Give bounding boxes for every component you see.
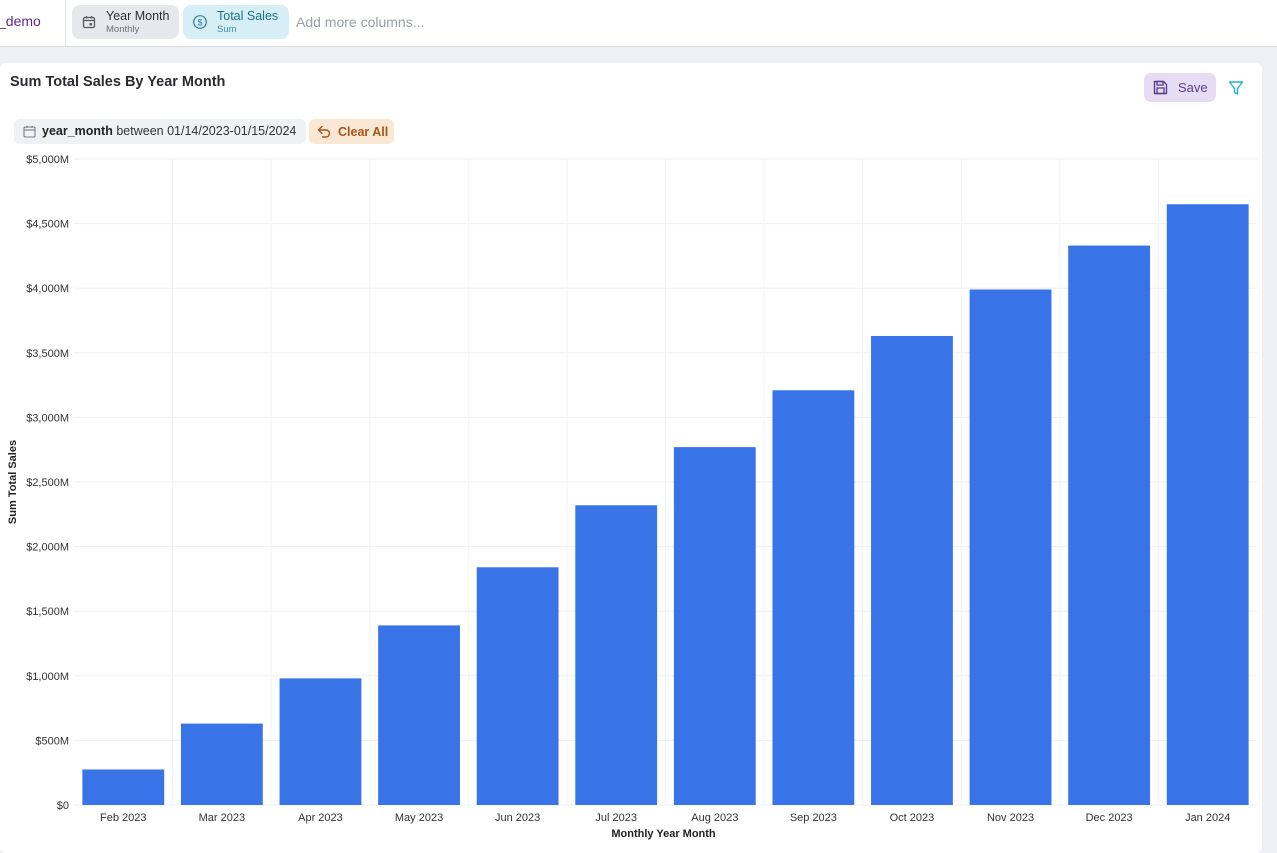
x-tick-label: Jun 2023 <box>495 812 540 824</box>
bar <box>1166 204 1249 806</box>
bar <box>871 336 953 805</box>
x-tick-label: Jan 2024 <box>1185 812 1230 824</box>
x-tick-label: Dec 2023 <box>1086 812 1133 824</box>
y-tick-label: $4,500M <box>26 219 69 231</box>
save-icon <box>1153 80 1168 95</box>
filter-field: year_month <box>42 124 113 138</box>
x-tick-label: Nov 2023 <box>987 812 1034 824</box>
y-tick-label: $1,000M <box>26 671 69 683</box>
filter-icon[interactable] <box>1227 79 1245 97</box>
undo-icon <box>317 125 331 138</box>
chart-title: Sum Total Sales By Year Month <box>10 74 226 90</box>
chip-label: Year Month <box>106 9 170 23</box>
column-chip-total-sales[interactable]: $ Total Sales Sum <box>183 5 289 39</box>
y-tick-label: $500M <box>35 735 69 747</box>
save-label: Save <box>1178 80 1208 95</box>
chip-sublabel: Sum <box>217 24 237 35</box>
add-columns-input[interactable]: Add more columns... <box>296 14 424 30</box>
chip-label: Total Sales <box>217 9 279 23</box>
save-button[interactable]: Save <box>1144 73 1216 102</box>
bar <box>1068 245 1151 806</box>
bar <box>82 769 165 805</box>
clear-all-button[interactable]: Clear All <box>309 119 394 144</box>
bar <box>772 390 855 805</box>
filter-operator: between <box>116 124 164 138</box>
y-tick-label: $4,000M <box>26 283 69 295</box>
clear-all-label: Clear All <box>338 125 389 139</box>
active-filter-pill[interactable]: year_month between 01/14/2023-01/15/2024 <box>14 119 306 144</box>
bar <box>378 625 460 805</box>
chip-sublabel: Monthly <box>106 24 140 35</box>
x-tick-label: Aug 2023 <box>691 812 738 824</box>
y-tick-label: $2,500M <box>26 477 69 489</box>
y-tick-label: $2,000M <box>26 542 69 554</box>
calendar-icon <box>82 16 96 29</box>
filter-description: year_month between 01/14/2023-01/15/2024 <box>42 124 296 138</box>
bar <box>476 567 559 805</box>
bar <box>969 289 1052 805</box>
x-axis-title: Monthly Year Month <box>611 828 716 840</box>
y-tick-label: $5,000M <box>26 154 69 166</box>
svg-text:$: $ <box>197 17 202 27</box>
dataset-name[interactable]: _demo <box>0 13 41 29</box>
x-tick-label: May 2023 <box>395 812 443 824</box>
y-tick-label: $3,000M <box>26 412 69 424</box>
y-tick-label: $3,500M <box>26 348 69 360</box>
bar <box>180 723 263 805</box>
x-tick-label: Apr 2023 <box>298 812 343 824</box>
column-chip-year-month[interactable]: Year Month Monthly <box>72 5 179 39</box>
y-tick-label: $0 <box>57 800 69 812</box>
y-tick-label: $1,500M <box>26 606 69 618</box>
y-axis-title: Sum Total Sales <box>7 440 19 524</box>
x-tick-label: Jul 2023 <box>595 812 637 824</box>
toolbar-divider <box>65 0 66 46</box>
bar <box>673 447 756 805</box>
filter-value: 01/14/2023-01/15/2024 <box>167 124 297 138</box>
top-toolbar: _demo Year Month Monthly $ Total Sales S… <box>0 0 1277 47</box>
x-tick-label: Feb 2023 <box>100 812 146 824</box>
chart-card: $0 $500M $1,000M $1,500M $2,000M $2,500M $3,00… <box>0 63 1262 853</box>
bar-chart: $0 $500M $1,000M $1,500M $2,000M $2,500M $3,00… <box>7 154 1257 840</box>
x-tick-label: Mar 2023 <box>199 812 245 824</box>
dollar-circle-icon: $ <box>193 15 207 29</box>
bar <box>279 678 362 805</box>
calendar-icon <box>23 125 36 138</box>
x-tick-label: Oct 2023 <box>890 812 935 824</box>
x-tick-label: Sep 2023 <box>790 812 837 824</box>
bar <box>575 505 658 805</box>
